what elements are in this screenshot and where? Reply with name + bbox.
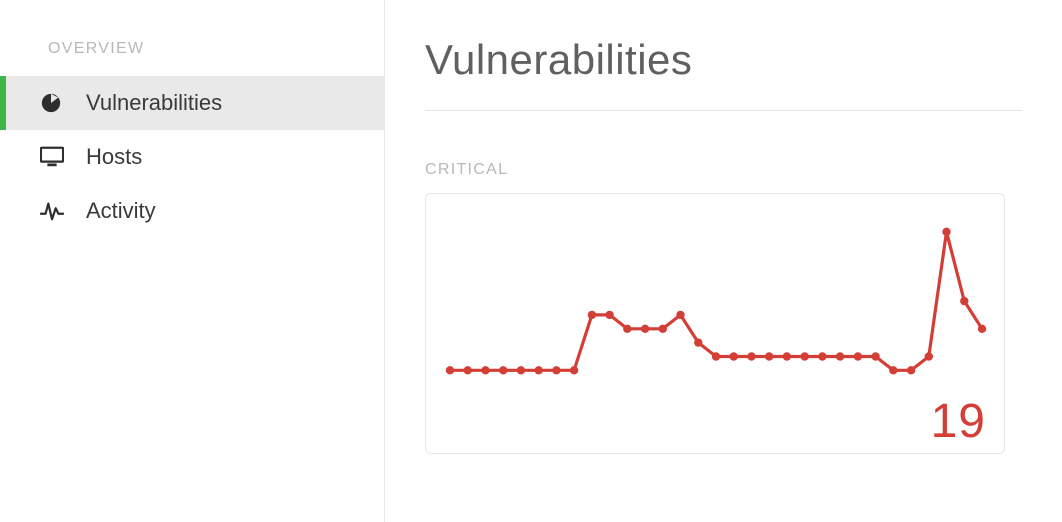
sidebar-item-hosts[interactable]: Hosts [0,130,384,184]
sidebar-item-activity[interactable]: Activity [0,184,384,238]
sidebar-item-vulnerabilities[interactable]: Vulnerabilities [0,76,384,130]
sidebar: OVERVIEW Vulnerabilities Hosts Activity [0,0,385,522]
sidebar-item-label: Vulnerabilities [86,90,222,116]
sidebar-item-label: Activity [86,198,156,224]
pie-chart-icon [40,91,72,115]
page-title: Vulnerabilities [425,36,1022,111]
critical-chart-value: 19 [931,394,986,449]
sidebar-section-header: OVERVIEW [0,40,384,76]
pulse-icon [40,199,72,223]
critical-chart-card: 19 [425,193,1005,454]
chart-label-critical: CRITICAL [425,161,1022,179]
critical-line-chart [440,208,992,408]
monitor-icon [40,145,72,169]
main-content: Vulnerabilities CRITICAL 19 [385,0,1062,522]
sidebar-item-label: Hosts [86,144,142,170]
